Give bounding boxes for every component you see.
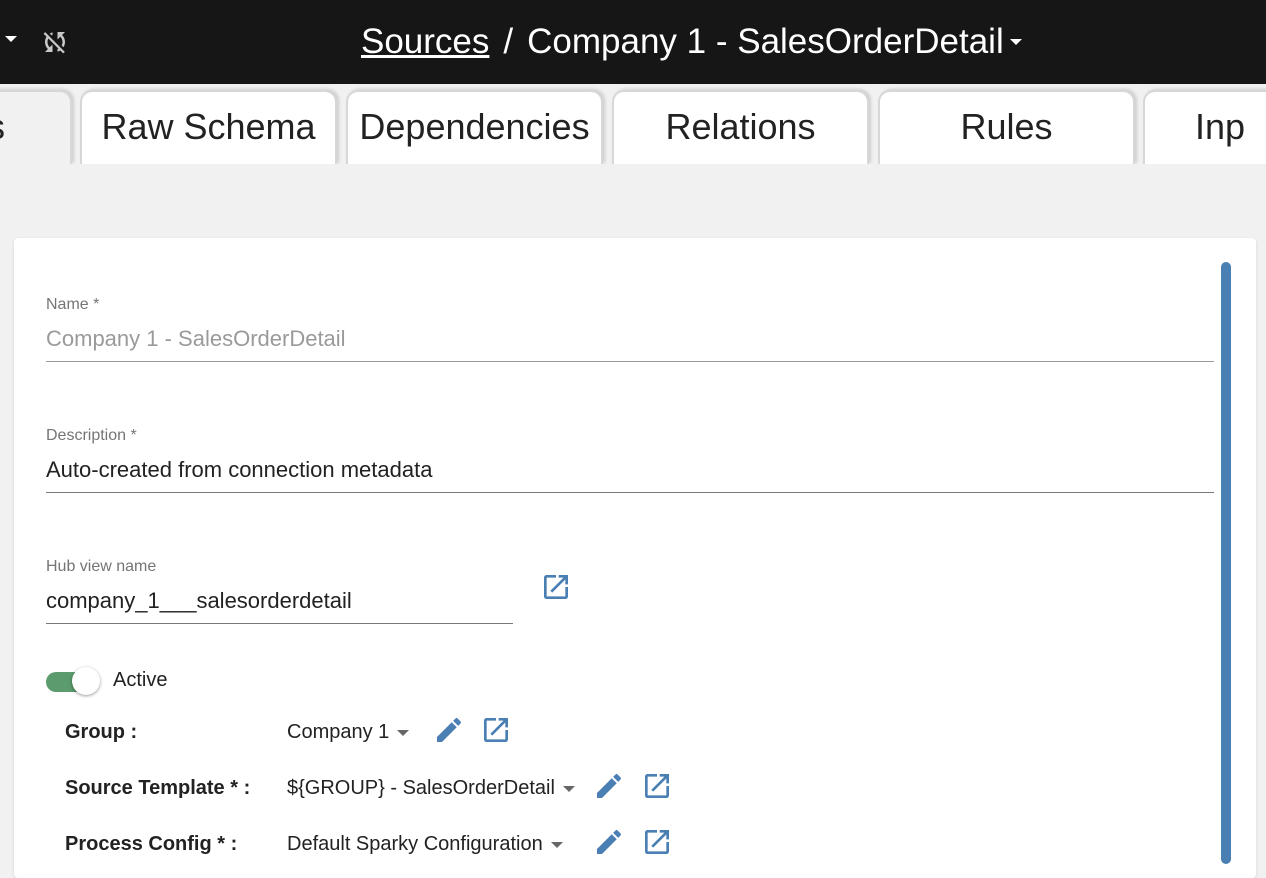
group-select[interactable]: Company 1	[287, 721, 410, 744]
process-config-select[interactable]: Default Sparky Configuration	[287, 833, 563, 856]
open-group-icon[interactable]	[480, 714, 512, 746]
edit-source-template-pencil-icon[interactable]	[593, 770, 625, 802]
scrollbar-thumb[interactable]	[1221, 262, 1231, 864]
tab-general[interactable]: s	[0, 90, 72, 164]
source-template-label: Source Template * :	[65, 777, 251, 799]
tab-inputs-label: Inp	[1195, 106, 1246, 147]
tab-inputs[interactable]: Inp	[1143, 90, 1266, 164]
tab-general-label: s	[0, 106, 5, 147]
process-config-label: Process Config * :	[65, 833, 238, 855]
active-label: Active	[113, 669, 168, 691]
sync-disabled-icon[interactable]	[40, 27, 70, 57]
source-template-select[interactable]: ${GROUP} - SalesOrderDetail	[287, 777, 575, 800]
open-in-new-icon[interactable]	[540, 571, 572, 603]
tab-rules-label: Rules	[960, 106, 1053, 147]
chevron-down-icon	[550, 841, 563, 848]
open-process-config-icon[interactable]	[641, 826, 673, 858]
description-label: Description *	[46, 427, 137, 444]
edit-group-pencil-icon[interactable]	[433, 714, 465, 746]
toggle-knob	[72, 667, 100, 695]
tab-raw-schema-label: Raw Schema	[101, 106, 316, 147]
chevron-down-icon	[562, 785, 575, 792]
group-value: Company 1	[287, 721, 390, 743]
breadcrumb: Sources / Company 1 - SalesOrderDetail	[361, 18, 1022, 66]
tab-raw-schema[interactable]: Raw Schema	[80, 90, 337, 164]
edit-process-config-pencil-icon[interactable]	[593, 826, 625, 858]
tab-relations-label: Relations	[665, 106, 816, 147]
breadcrumb-separator: /	[503, 22, 514, 61]
tab-bar: s Raw Schema Dependencies Relations Rule…	[0, 84, 1266, 164]
menu-caret-icon[interactable]	[5, 36, 17, 42]
open-source-template-icon[interactable]	[641, 770, 673, 802]
hub-view-name-input[interactable]: company_1___salesorderdetail	[46, 588, 513, 624]
tab-rules[interactable]: Rules	[878, 90, 1135, 164]
active-toggle[interactable]	[46, 667, 100, 695]
chevron-down-icon[interactable]	[1009, 39, 1022, 45]
name-input: Company 1 - SalesOrderDetail	[46, 326, 1214, 362]
source-template-value: ${GROUP} - SalesOrderDetail	[287, 777, 555, 799]
top-bar: Sources / Company 1 - SalesOrderDetail	[0, 0, 1266, 84]
group-label: Group :	[65, 721, 138, 743]
tab-relations[interactable]: Relations	[612, 90, 869, 164]
process-config-value: Default Sparky Configuration	[287, 833, 543, 855]
breadcrumb-current[interactable]: Company 1 - SalesOrderDetail	[527, 22, 1004, 62]
description-input[interactable]: Auto-created from connection metadata	[46, 457, 1214, 493]
scrollbar[interactable]	[1221, 262, 1231, 864]
tab-dependencies-label: Dependencies	[359, 106, 590, 147]
tab-dependencies[interactable]: Dependencies	[346, 90, 603, 164]
name-label: Name *	[46, 296, 100, 313]
chevron-down-icon	[397, 729, 410, 736]
breadcrumb-sources-link[interactable]: Sources	[361, 22, 489, 62]
hub-view-name-label: Hub view name	[46, 558, 157, 575]
